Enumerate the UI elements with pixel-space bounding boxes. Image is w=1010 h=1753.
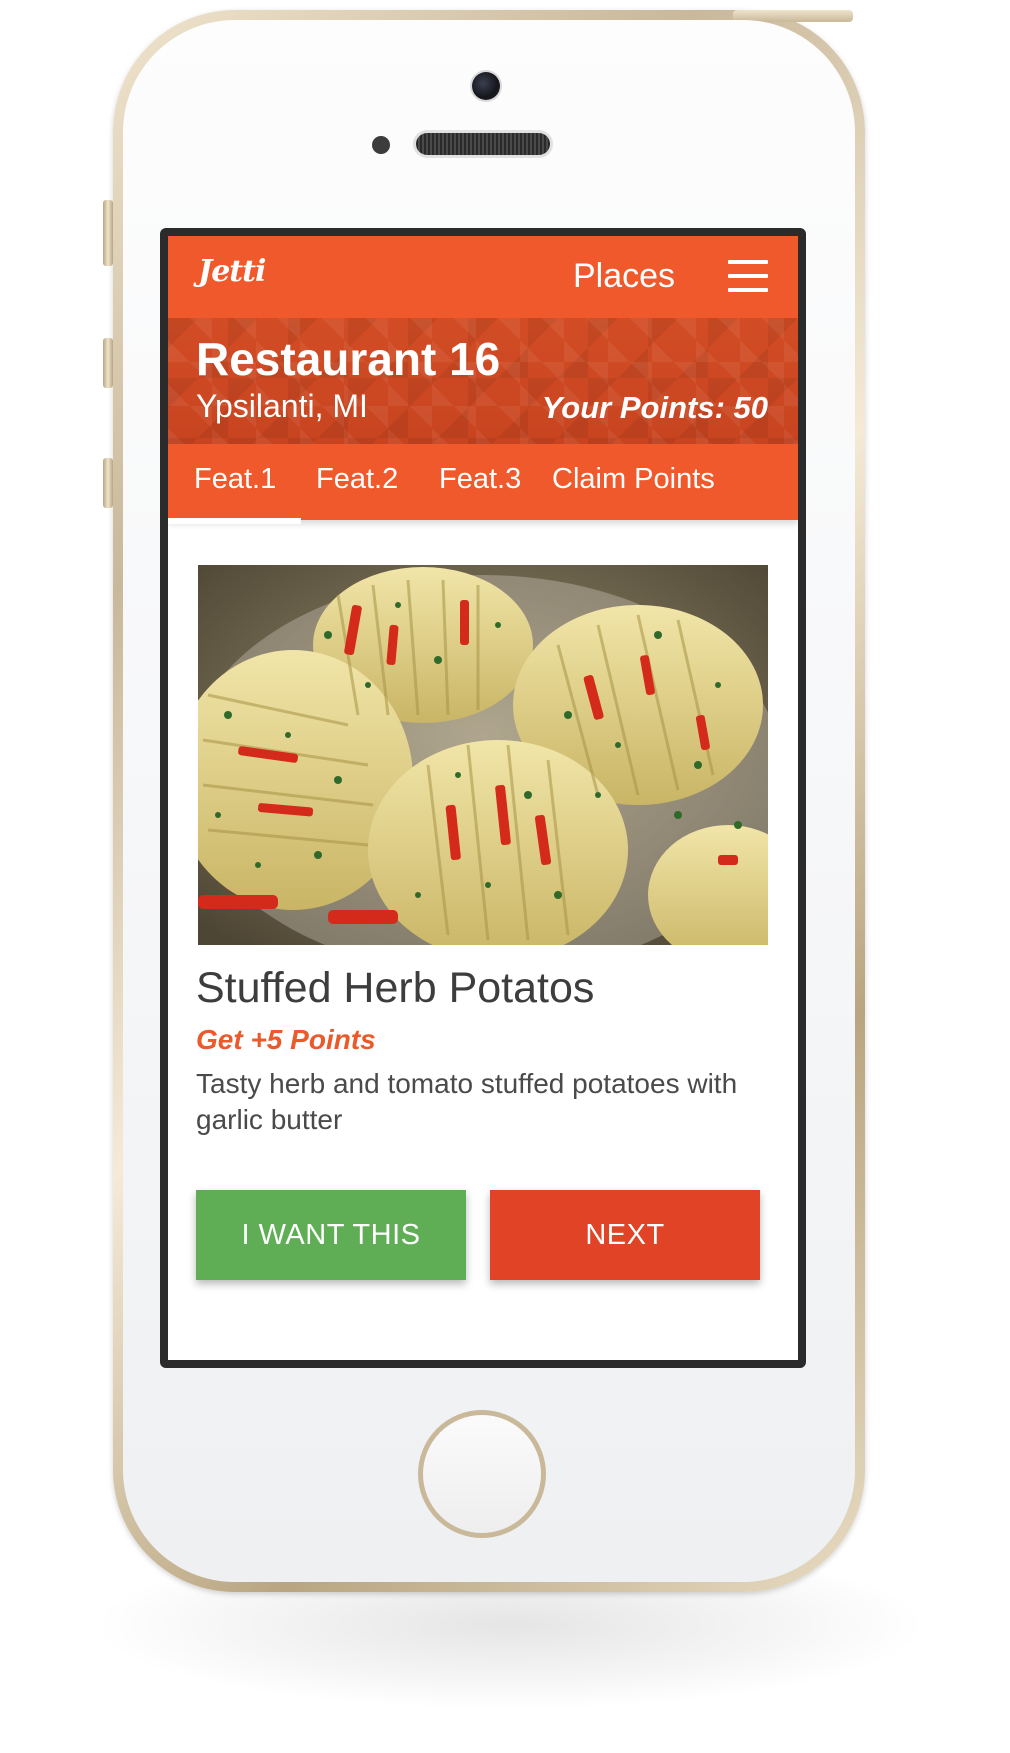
app-bar: Jetti Places <box>168 236 798 318</box>
home-button <box>418 1410 546 1538</box>
restaurant-header: Restaurant 16 Ypsilanti, MI Your Points:… <box>168 318 798 444</box>
tab-bar: Feat.1 Feat.2 Feat.3 Claim Points <box>168 444 798 520</box>
jetti-logo[interactable]: Jetti <box>198 254 266 289</box>
hamburger-menu-icon[interactable] <box>728 260 768 292</box>
active-tab-indicator <box>168 518 301 524</box>
next-button[interactable]: NEXT <box>490 1190 760 1280</box>
dish-description: Tasty herb and tomato stuffed potatoes w… <box>196 1068 738 1135</box>
tab-feat-1[interactable]: Feat.1 <box>194 463 276 496</box>
tab-feat-3[interactable]: Feat.3 <box>439 463 521 496</box>
points-balance: Your Points: 50 <box>541 390 768 425</box>
proximity-sensor <box>372 136 390 154</box>
dish-photo <box>198 565 768 945</box>
nav-title: Places <box>573 257 676 295</box>
dish-points-reward: Get +5 Points <box>196 1024 376 1055</box>
i-want-this-button[interactable]: I WANT THIS <box>196 1190 466 1280</box>
camera-icon <box>472 72 500 100</box>
app-screen: Jetti Places Restaurant 16 Ypsilanti, MI… <box>168 236 798 1360</box>
volume-down-button <box>103 458 113 508</box>
tab-claim-points[interactable]: Claim Points <box>552 463 715 496</box>
restaurant-name: Restaurant 16 <box>196 333 501 385</box>
earpiece-speaker <box>416 133 550 155</box>
volume-up-button <box>103 338 113 388</box>
restaurant-location: Ypsilanti, MI <box>196 388 368 424</box>
tab-feat-2[interactable]: Feat.2 <box>316 463 398 496</box>
dish-title: Stuffed Herb Potatos <box>196 964 595 1012</box>
mute-switch <box>103 200 113 266</box>
mockup-stage: Jetti Places Restaurant 16 Ypsilanti, MI… <box>0 0 1010 1753</box>
